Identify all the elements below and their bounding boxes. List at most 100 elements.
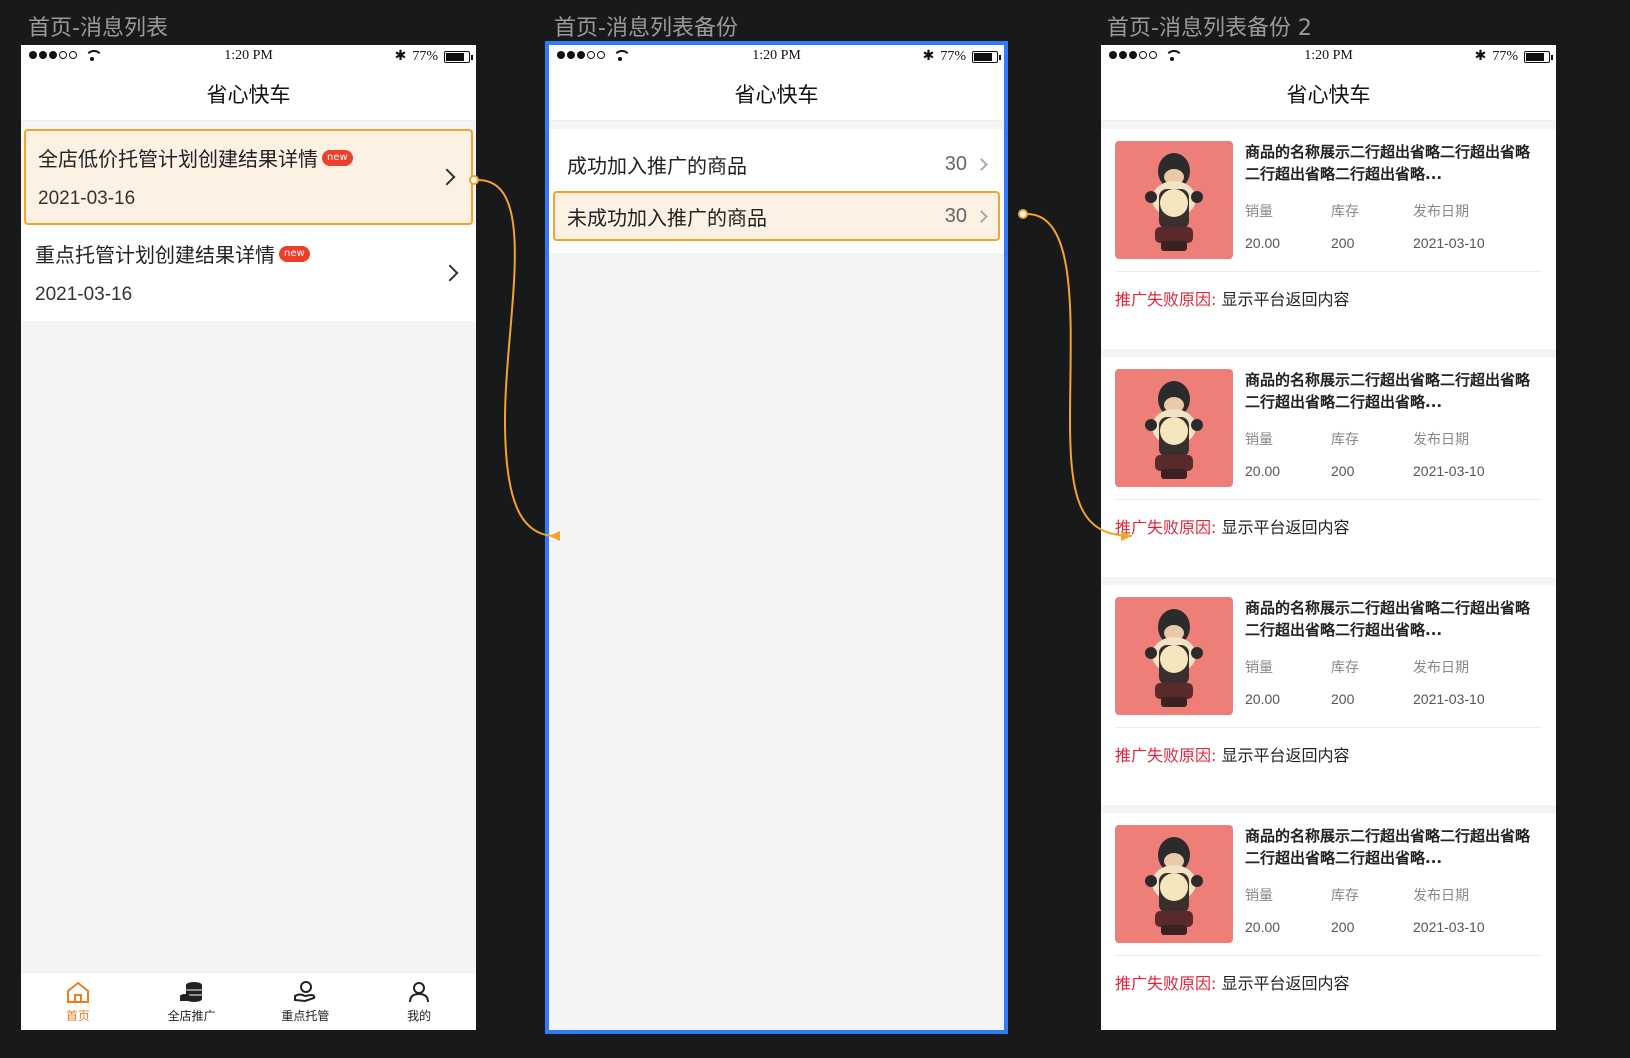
battery-percent: 77% xyxy=(1492,48,1518,64)
fail-reason-label: 推广失败原因: xyxy=(1115,974,1217,993)
battery-icon xyxy=(1524,50,1553,63)
product-stats: 销量 20.00 库存 200 发布日期 2021-03-10 xyxy=(1245,657,1542,707)
product-card[interactable]: 商品的名称展示二行超出省略二行超出省略二行超出省略二行超出省略... 销量 20.… xyxy=(1101,357,1556,577)
tab-key-hosting[interactable]: 重点托管 xyxy=(249,973,363,1030)
product-stats: 销量 20.00 库存 200 发布日期 2021-03-10 xyxy=(1245,201,1542,251)
battery-percent: 77% xyxy=(940,48,966,64)
phone-product-list: 1:20 PM ✱ 77% 省心快车 商品的名称展示二行超出省略二行超出省略二行… xyxy=(1101,45,1556,1030)
tab-label: 首页 xyxy=(65,1008,90,1023)
hand-coin-icon xyxy=(294,980,316,1002)
product-name: 商品的名称展示二行超出省略二行超出省略二行超出省略二行超出省略... xyxy=(1245,827,1531,867)
product-image xyxy=(1115,369,1233,487)
coins-icon xyxy=(179,981,202,1002)
tab-label: 我的 xyxy=(407,1008,432,1023)
divider xyxy=(1115,499,1542,500)
stat-value: 200 xyxy=(1331,463,1355,479)
stat-value: 2021-03-10 xyxy=(1413,919,1485,935)
category-count: 30 xyxy=(944,204,967,227)
stat-label: 库存 xyxy=(1331,888,1359,904)
stat-label: 销量 xyxy=(1245,888,1273,904)
flow-line xyxy=(477,179,557,537)
stat-value: 200 xyxy=(1331,235,1355,251)
fail-reason-label: 推广失败原因: xyxy=(1115,746,1217,765)
product-stats: 销量 20.00 库存 200 发布日期 2021-03-10 xyxy=(1245,885,1542,935)
fail-reason-text: 显示平台返回内容 xyxy=(1221,290,1350,309)
bluetooth-icon: ✱ xyxy=(922,49,935,64)
tab-label: 重点托管 xyxy=(281,1008,330,1023)
category-label: 未成功加入推广的商品 xyxy=(567,205,767,230)
product-name: 商品的名称展示二行超出省略二行超出省略二行超出省略二行超出省略... xyxy=(1245,143,1531,183)
stat-value: 200 xyxy=(1331,691,1355,707)
status-bar: 1:20 PM ✱ 77% xyxy=(21,45,476,69)
artboard-title: 首页-消息列表 xyxy=(28,16,168,41)
fail-reason-text: 显示平台返回内容 xyxy=(1221,746,1350,765)
fail-reason-label: 推广失败原因: xyxy=(1115,518,1217,537)
status-bar: 1:20 PM ✱ 77% xyxy=(549,45,1004,69)
tab-home[interactable]: 首页 xyxy=(21,973,135,1030)
message-item[interactable]: 全店低价托管计划创建结果详情 new 2021-03-16 xyxy=(24,129,473,225)
tab-mine[interactable]: 我的 xyxy=(362,973,476,1030)
stat-value: 2021-03-10 xyxy=(1413,235,1485,251)
page-title: 省心快车 xyxy=(1101,69,1556,121)
message-title: 重点托管计划创建结果详情 xyxy=(35,243,275,267)
stat-label: 发布日期 xyxy=(1413,204,1469,220)
category-label: 成功加入推广的商品 xyxy=(567,153,747,178)
message-item[interactable]: 重点托管计划创建结果详情 new 2021-03-16 xyxy=(21,225,476,321)
stat-label: 库存 xyxy=(1331,204,1359,220)
stat-label: 库存 xyxy=(1331,660,1359,676)
battery-icon xyxy=(444,50,473,63)
phone-message-list: 1:20 PM ✱ 77% 省心快车 全店低价托管计划创建结果详情 new 2021… xyxy=(21,45,476,1030)
bluetooth-icon: ✱ xyxy=(394,49,407,64)
chevron-right-icon xyxy=(975,157,988,171)
product-card[interactable]: 商品的名称展示二行超出省略二行超出省略二行超出省略二行超出省略... 销量 20.… xyxy=(1101,813,1556,1030)
chevron-right-icon xyxy=(975,209,988,223)
stat-label: 发布日期 xyxy=(1413,888,1469,904)
fail-reason-text: 显示平台返回内容 xyxy=(1221,518,1350,537)
tab-bar: 首页 全店推广 重点托管 我的 xyxy=(21,972,476,1030)
artboard-title: 首页-消息列表备份 xyxy=(554,16,738,41)
phone-category-list: 1:20 PM ✱ 77% 省心快车 成功加入推广的商品 30 未成功加入推广的商… xyxy=(549,45,1004,1030)
bluetooth-icon: ✱ xyxy=(1474,49,1487,64)
fail-reason-text: 显示平台返回内容 xyxy=(1221,974,1350,993)
category-item[interactable]: 未成功加入推广的商品 30 xyxy=(553,191,1000,241)
connector-start xyxy=(1018,209,1028,219)
new-badge: new xyxy=(279,245,310,262)
fail-reason: 推广失败原因: 显示平台返回内容 xyxy=(1115,286,1542,310)
product-card[interactable]: 商品的名称展示二行超出省略二行超出省略二行超出省略二行超出省略... 销量 20.… xyxy=(1101,585,1556,805)
stat-label: 库存 xyxy=(1331,432,1359,448)
divider xyxy=(1115,271,1542,272)
product-list: 商品的名称展示二行超出省略二行超出省略二行超出省略二行超出省略... 销量 20.… xyxy=(1101,129,1556,1030)
stat-label: 销量 xyxy=(1245,660,1273,676)
message-date: 2021-03-16 xyxy=(38,188,136,209)
fail-reason: 推广失败原因: 显示平台返回内容 xyxy=(1115,514,1542,538)
stat-value: 20.00 xyxy=(1245,691,1281,707)
product-image xyxy=(1115,141,1233,259)
category-list: 成功加入推广的商品 30 未成功加入推广的商品 30 xyxy=(549,129,1004,253)
tab-label: 全店推广 xyxy=(167,1008,216,1023)
product-image xyxy=(1115,825,1233,943)
stat-label: 销量 xyxy=(1245,432,1273,448)
product-image xyxy=(1115,597,1233,715)
tab-store-promotion[interactable]: 全店推广 xyxy=(135,973,249,1030)
page-title: 省心快车 xyxy=(21,69,476,121)
product-name: 商品的名称展示二行超出省略二行超出省略二行超出省略二行超出省略... xyxy=(1245,371,1531,411)
category-count: 30 xyxy=(944,152,967,175)
stat-value: 2021-03-10 xyxy=(1413,463,1485,479)
stat-label: 发布日期 xyxy=(1413,432,1469,448)
stat-label: 销量 xyxy=(1245,204,1273,220)
divider xyxy=(1115,955,1542,956)
status-bar: 1:20 PM ✱ 77% xyxy=(1101,45,1556,69)
stat-value: 20.00 xyxy=(1245,235,1281,251)
page-title: 省心快车 xyxy=(549,69,1004,121)
stat-value: 200 xyxy=(1331,919,1355,935)
stat-value: 20.00 xyxy=(1245,919,1281,935)
battery-icon xyxy=(972,50,1001,63)
product-card[interactable]: 商品的名称展示二行超出省略二行超出省略二行超出省略二行超出省略... 销量 20.… xyxy=(1101,129,1556,349)
category-item[interactable]: 成功加入推广的商品 30 xyxy=(553,139,1000,189)
artboard-title: 首页-消息列表备份 2 xyxy=(1107,16,1312,41)
fail-reason: 推广失败原因: 显示平台返回内容 xyxy=(1115,742,1542,766)
product-stats: 销量 20.00 库存 200 发布日期 2021-03-10 xyxy=(1245,429,1542,479)
divider xyxy=(1115,727,1542,728)
fail-reason-label: 推广失败原因: xyxy=(1115,290,1217,309)
stat-label: 发布日期 xyxy=(1413,660,1469,676)
